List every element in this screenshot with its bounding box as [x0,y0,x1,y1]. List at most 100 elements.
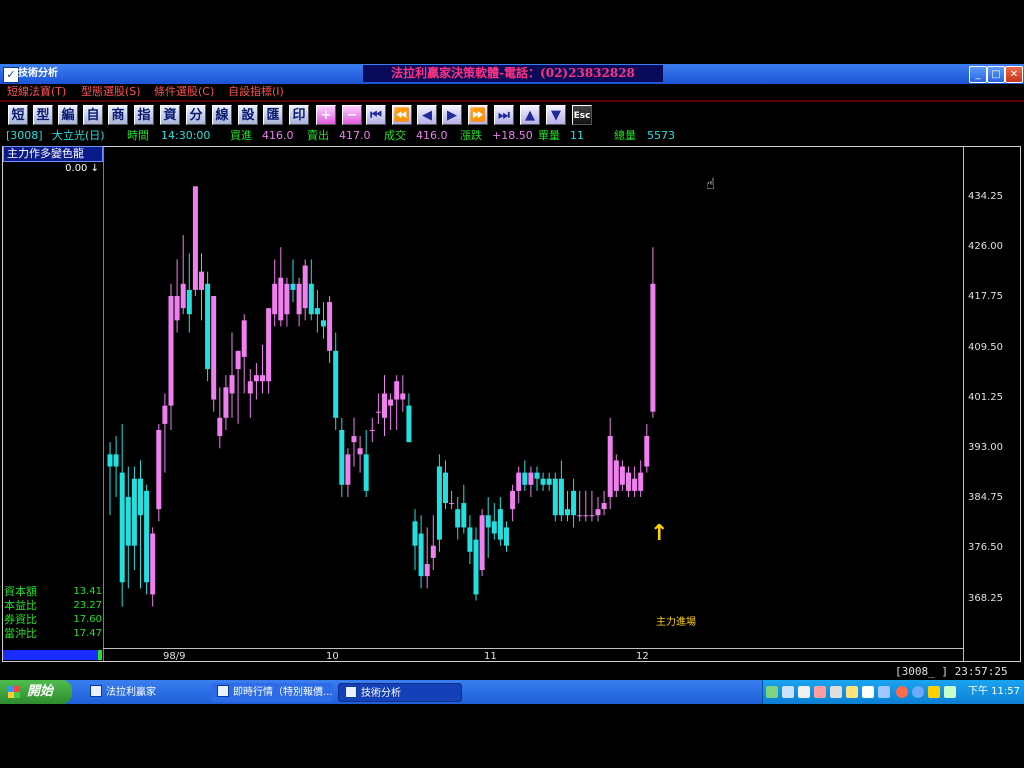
tray-icon[interactable] [846,686,858,698]
candle-up [345,454,351,485]
candle-up [229,375,235,394]
tray-icon[interactable] [944,686,956,698]
candle-up [516,472,522,491]
candle-up [211,295,217,400]
windows-logo-icon [8,686,20,698]
tray-icon[interactable] [830,686,842,698]
tray-icon[interactable] [912,686,924,698]
candle-up [241,320,247,357]
candle-up [235,350,241,370]
candle-up [388,399,394,406]
candle-up [449,503,455,505]
candle-down [534,472,540,479]
candle-up [375,411,381,413]
tray-icon[interactable] [766,686,778,698]
candle-down [205,283,211,370]
candle-up [296,283,302,315]
candle-down [497,509,503,540]
candle-down [455,509,461,528]
candle-up [382,393,387,418]
candle-down [321,320,326,327]
candle-down [290,283,296,290]
candle-down [339,429,345,485]
candle-down [125,496,131,546]
candle-up [272,283,278,315]
candle-up [247,381,253,394]
candle-up [644,436,650,467]
tray-icon[interactable] [782,686,794,698]
candle-up [199,271,204,290]
candle-up [589,515,595,517]
candle-up [302,265,308,309]
candle-up [156,429,162,510]
candle-down [144,490,150,583]
candle-up [619,466,625,485]
candle-down [406,405,412,443]
candle-up [351,436,357,443]
hand-cursor-icon: ☝ [706,175,716,193]
candle-up [266,308,272,382]
taskbar-item-technical-analysis[interactable]: 技術分析 [338,683,462,702]
candle-up [632,478,638,491]
candle-down [443,472,448,504]
candle-up [394,381,400,400]
candle-down [436,466,442,540]
candle-down [540,478,546,485]
candle-down [363,454,369,491]
candle-up [168,295,174,406]
candle-up [284,283,290,315]
candle-down [119,472,125,583]
candle-down [412,521,418,546]
help-icon[interactable] [862,686,874,698]
candle-up [528,472,534,485]
app-icon [345,686,357,698]
tray-icon[interactable] [896,686,908,698]
candle-down [314,308,320,315]
candle-down [485,515,491,528]
taskbar-clock: 下午 11:57 [968,686,1020,697]
candle-down [131,478,137,546]
candle-down [107,454,113,467]
candle-down [333,350,339,418]
taskbar-item-label: 即時行情（特別報價... [233,687,333,698]
tray-icon[interactable] [814,686,826,698]
candle-down [522,472,528,485]
candle-up [626,472,631,491]
taskbar-item-realtime-quotes[interactable]: 即時行情（特別報價... [211,683,333,702]
app-icon [217,685,229,697]
candle-up [174,295,180,321]
tray-icon[interactable] [878,686,890,698]
candle-up [650,283,656,412]
candle-down [467,527,473,552]
start-label: 開始 [27,684,54,699]
candle-up [162,405,168,424]
candle-down [186,289,192,315]
tray-icon[interactable] [928,686,940,698]
candle-up [253,375,259,382]
candle-down [138,478,143,516]
candle-up [278,277,284,321]
command-line-status: [3008_ ] 23:57:25 [895,665,1008,678]
candle-down [552,478,558,516]
candle-up [217,417,223,437]
candle-up [595,509,601,516]
candle-up [601,503,607,510]
main-force-entry-annotation: 主力進場 [656,617,696,628]
candle-up [479,515,485,571]
arrow-up-icon: ↑ [650,521,669,546]
candle-up [260,375,265,382]
candle-up [400,393,406,400]
candle-down [558,478,564,516]
candle-up [180,283,186,309]
candle-up [150,533,156,595]
taskbar-item-ferrari[interactable]: 法拉利贏家 [84,683,204,702]
candle-up [192,186,198,290]
candle-up [607,436,613,497]
candle-up [510,490,516,510]
candle-up [369,429,375,431]
candlestick-chart[interactable] [0,0,1024,768]
candle-up [430,545,436,558]
candle-up [583,515,589,517]
candle-down [565,509,570,516]
tray-icon[interactable] [798,686,810,698]
